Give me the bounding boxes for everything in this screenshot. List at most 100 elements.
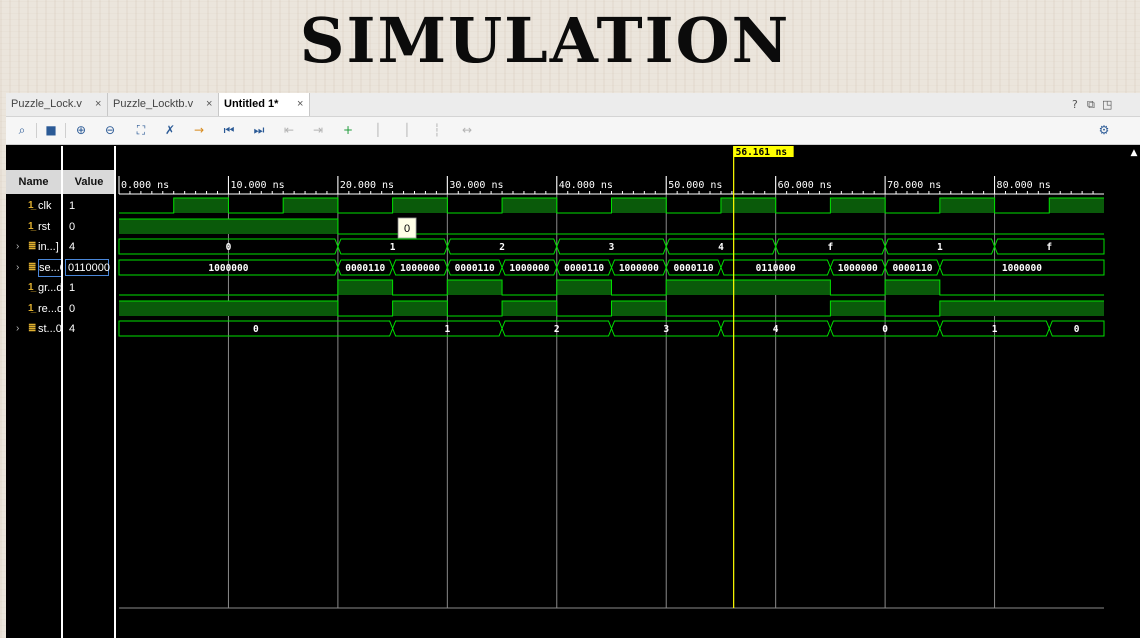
bus-value-label: 1000000	[838, 263, 878, 274]
bus-value-label: 0000110	[345, 263, 385, 274]
cursor-time-label: 56.161 ns	[736, 147, 787, 158]
previous-marker-icon[interactable]: │	[368, 120, 388, 140]
bus-value-label: 1	[992, 324, 998, 335]
bit-signal-icon: 1̲	[28, 303, 34, 314]
signal-row-seg[interactable]: › ≣ se...0	[6, 258, 67, 278]
zoom-out-icon[interactable]: ⊖	[100, 120, 120, 140]
high-level-fill	[447, 280, 503, 295]
ruler-tick-label: 50.000 ns	[668, 180, 722, 191]
go-to-start-icon[interactable]: ⏮	[219, 120, 239, 140]
bus-value-label: 1	[390, 242, 396, 253]
high-level-fill	[939, 301, 1104, 316]
tab-label: Puzzle_Lock.v	[11, 98, 82, 110]
high-level-fill	[611, 301, 667, 316]
signal-name: in...]	[38, 241, 59, 253]
wave-in[interactable]: 0 1 2 3 4 f 1 f	[118, 238, 1105, 255]
ruler-tick-label: 70.000 ns	[887, 180, 941, 191]
high-level-fill	[720, 198, 776, 213]
high-level-fill	[830, 198, 886, 213]
bus-value-label: 0000110	[892, 263, 932, 274]
snap-to-transition-icon[interactable]: ↔	[457, 120, 477, 140]
signal-value: 0	[69, 221, 76, 233]
bit-trace	[119, 279, 1104, 296]
high-level-fill	[502, 301, 557, 316]
previous-transition-icon[interactable]: ⇤	[279, 120, 299, 140]
restore-icon[interactable]: ⧉	[1087, 93, 1095, 116]
swap-cursors-icon[interactable]: ┆	[427, 120, 447, 140]
wave-clk[interactable]	[119, 197, 1104, 214]
expand-chevron-icon[interactable]: ›	[16, 319, 19, 339]
signal-name: st...0	[38, 323, 62, 335]
expand-chevron-icon[interactable]: ›	[16, 237, 19, 257]
waveform-canvas[interactable]: 0.000 ns 10.000 ns 20.000 ns 30.000 ns 40.00…	[116, 146, 1140, 638]
signal-value: 1	[69, 282, 76, 294]
wave-state[interactable]: 0 1 2 3 4 0 1 0	[118, 320, 1105, 337]
waveform-toolbar: ⌕ ■ ⊕ ⊖ ⛶ ✗ → ⏮ ⏭ ⇤ ⇥ + │ │ ┆ ↔ ⚙	[6, 117, 1140, 145]
search-icon[interactable]: ⌕	[12, 120, 32, 140]
close-icon[interactable]: ×	[95, 93, 101, 116]
zoom-fit-icon[interactable]: ⛶	[131, 120, 151, 140]
vertical-scrollbar[interactable]: ▲	[1128, 148, 1140, 638]
tab-puzzle-locktb[interactable]: Puzzle_Locktb.v ×	[108, 93, 219, 116]
zoom-in-icon[interactable]: ⊕	[71, 120, 91, 140]
ruler-tick-label: 30.000 ns	[449, 180, 503, 191]
signal-row-red[interactable]: 1̲ re...d	[6, 299, 64, 319]
cursor-tool-icon[interactable]: ✗	[160, 120, 180, 140]
wave-red[interactable]	[119, 300, 1104, 317]
tab-puzzle-lock[interactable]: Puzzle_Lock.v ×	[6, 93, 108, 116]
expand-chevron-icon[interactable]: ›	[16, 258, 19, 278]
bus-signal-icon: ≣	[28, 262, 37, 273]
signal-row-clk[interactable]: 1̲ clk	[6, 196, 61, 216]
bit-signal-icon: 1̲	[28, 200, 34, 211]
high-level-fill	[392, 301, 448, 316]
tab-untitled-1[interactable]: Untitled 1* ×	[219, 93, 310, 116]
bus-value-label: 0000110	[564, 263, 604, 274]
high-level-fill	[502, 198, 557, 213]
high-level-fill	[283, 198, 338, 213]
close-icon[interactable]: ×	[297, 93, 303, 116]
close-icon[interactable]: ×	[206, 93, 212, 116]
bus-value-label: 0110000	[756, 263, 796, 274]
high-level-fill	[173, 198, 229, 213]
signal-row-green[interactable]: 1̲ gr...d	[6, 278, 62, 298]
settings-gear-icon[interactable]: ⚙	[1094, 120, 1114, 140]
bus-value-label: 0	[226, 242, 232, 253]
signal-row-state[interactable]: › ≣ st...0	[6, 319, 62, 339]
go-to-end-icon[interactable]: ⏭	[249, 120, 269, 140]
next-marker-icon[interactable]: │	[397, 120, 417, 140]
waveform-area[interactable]: 0.000 ns 10.000 ns 20.000 ns 30.000 ns 40.00…	[116, 146, 1140, 638]
bit-signal-icon: 1̲	[28, 221, 34, 232]
wave-seg[interactable]: 1000000 0000110 1000000 0000110 1000000 00001…	[118, 259, 1105, 276]
high-level-fill	[885, 280, 940, 295]
add-marker-icon[interactable]: +	[338, 120, 358, 140]
wave-rst[interactable]	[119, 218, 1104, 235]
go-to-cursor-icon[interactable]: →	[189, 120, 209, 140]
high-level-fill	[119, 219, 338, 234]
signal-value: 1	[69, 200, 76, 212]
save-icon[interactable]: ■	[41, 120, 61, 140]
bus-signal-icon: ≣	[28, 323, 37, 334]
bus-value-label: 3	[609, 242, 615, 253]
signal-row-in[interactable]: › ≣ in...]	[6, 237, 61, 257]
bus-value-label: 0	[882, 324, 888, 335]
value-column-header: Value	[63, 170, 115, 194]
signal-name: re...d	[38, 303, 64, 315]
bus-value-label: 0000110	[455, 263, 495, 274]
help-icon[interactable]: ?	[1072, 93, 1078, 116]
high-level-fill	[119, 301, 338, 316]
signal-value: 0	[69, 303, 76, 315]
next-transition-icon[interactable]: ⇥	[308, 120, 328, 140]
bus-value-label: 2	[499, 242, 505, 253]
bus-value-label: 1	[444, 324, 450, 335]
maximize-icon[interactable]: ◳	[1102, 93, 1112, 116]
ruler-tick-label: 60.000 ns	[778, 180, 832, 191]
bus-value-label: 0	[1074, 324, 1080, 335]
bus-value-label: 1	[937, 242, 943, 253]
wave-green[interactable]	[119, 279, 1104, 296]
bus-value-label: f	[1046, 242, 1052, 253]
signal-row-rst[interactable]: 1̲ rst	[6, 217, 61, 237]
signal-name: clk	[38, 200, 52, 212]
bus-value-label: 1000000	[400, 263, 440, 274]
high-level-fill	[666, 280, 831, 295]
value-tooltip-text: 0	[404, 223, 410, 235]
